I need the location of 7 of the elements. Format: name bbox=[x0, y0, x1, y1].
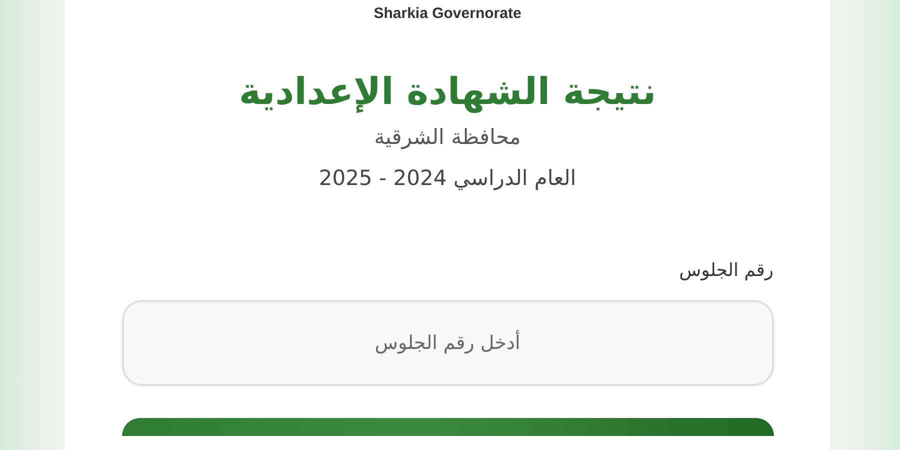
page-title: نتيجة الشهادة الإعدادية bbox=[238, 70, 656, 114]
field-label: رقم الجلوس bbox=[678, 258, 774, 283]
submit-button[interactable] bbox=[122, 418, 774, 436]
seat-number-field[interactable]: أدخل رقم الجلوس bbox=[122, 300, 774, 386]
governorate-subtitle: محافظة الشرقية bbox=[374, 124, 521, 152]
academic-year: العام الدراسي 2024 - 2025 bbox=[318, 165, 576, 192]
logo-caption: Sharkia Governorate bbox=[374, 4, 522, 24]
